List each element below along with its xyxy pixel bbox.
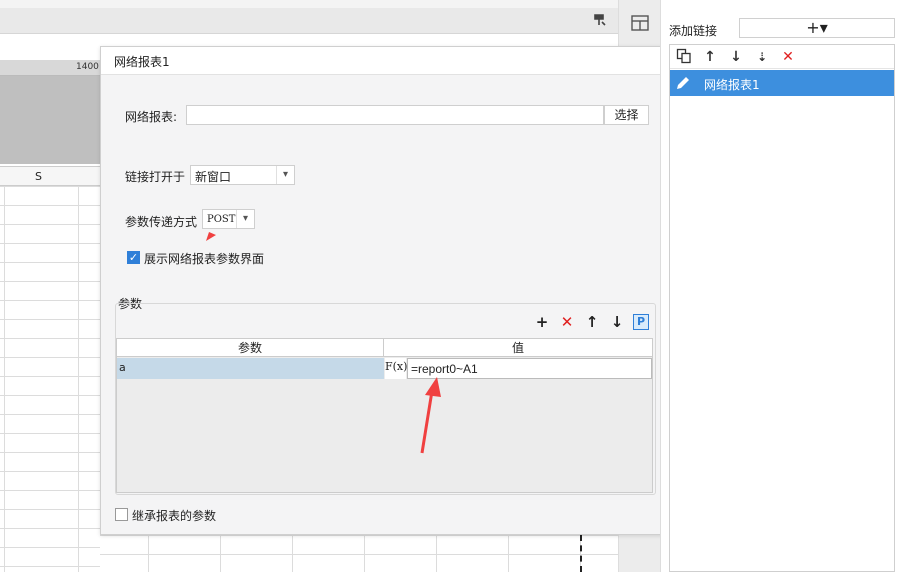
pencil-icon bbox=[677, 77, 689, 89]
sheet-grid[interactable] bbox=[0, 186, 100, 572]
pass-method-value: POST bbox=[207, 214, 236, 225]
show-params-label: 展示网络报表参数界面 bbox=[144, 252, 265, 266]
chevron-down-icon: ▾ bbox=[236, 210, 254, 228]
show-params-checkbox[interactable]: ✓ bbox=[127, 251, 140, 264]
annotation-arrow-small bbox=[206, 232, 216, 241]
link-item[interactable]: 网络报表1 bbox=[670, 70, 894, 96]
open-in-label: 链接打开于 bbox=[125, 170, 186, 184]
hyperlink-panel: 添加链接 +▾ ↑ ↓ ⇣ ✕ 网络报表1 bbox=[660, 0, 904, 572]
link-list: ↑ ↓ ⇣ ✕ 网络报表1 bbox=[669, 44, 895, 572]
pass-method-select[interactable]: POST ▾ bbox=[202, 209, 255, 229]
ruler-label: 1400 bbox=[76, 62, 99, 72]
params-table: 参数 值 a F(x) =report0~A1 bbox=[116, 338, 653, 493]
report-label: 网络报表: bbox=[125, 110, 178, 124]
add-link-button[interactable]: +▾ bbox=[739, 18, 895, 38]
copy-icon[interactable] bbox=[675, 48, 693, 66]
sheet-toolbar bbox=[0, 8, 618, 34]
sort-icon[interactable]: ⇣ bbox=[753, 48, 771, 66]
open-in-value: 新窗口 bbox=[195, 170, 232, 184]
chevron-down-icon: ▾ bbox=[276, 166, 294, 184]
move-down-icon[interactable]: ↓ bbox=[727, 48, 745, 66]
formula-icon[interactable]: F(x) bbox=[385, 358, 407, 379]
report-input[interactable] bbox=[186, 105, 604, 125]
column-header-value: 值 bbox=[384, 339, 652, 357]
add-link-label: 添加链接 bbox=[669, 24, 718, 38]
format-painter-icon[interactable] bbox=[592, 13, 608, 29]
dialog-title-bar: 网络报表1 bbox=[101, 47, 667, 75]
column-header-param: 参数 bbox=[117, 339, 384, 357]
choose-button[interactable]: 选择 bbox=[604, 105, 649, 125]
param-name: a bbox=[119, 361, 126, 374]
link-list-toolbar: ↑ ↓ ⇣ ✕ bbox=[670, 45, 894, 69]
column-header: S bbox=[0, 166, 100, 186]
move-down-icon[interactable]: ↓ bbox=[608, 313, 626, 331]
dialog-title: 网络报表1 bbox=[114, 55, 170, 69]
add-icon[interactable]: + bbox=[533, 313, 551, 331]
link-dialog: 网络报表1 网络报表: 选择 链接打开于 新窗口 ▾ 参数传递方式 POST ▾… bbox=[100, 46, 668, 535]
move-up-icon[interactable]: ↑ bbox=[701, 48, 719, 66]
delete-icon[interactable]: ✕ bbox=[779, 48, 797, 66]
inherit-params-label: 继承报表的参数 bbox=[132, 509, 217, 523]
link-item-label: 网络报表1 bbox=[704, 78, 760, 92]
open-in-select[interactable]: 新窗口 ▾ bbox=[190, 165, 295, 185]
sheet-gray-area bbox=[0, 76, 100, 164]
parameter-p-icon[interactable]: P bbox=[633, 314, 649, 330]
layout-icon[interactable] bbox=[630, 14, 650, 32]
inherit-params-checkbox[interactable] bbox=[115, 508, 128, 521]
move-up-icon[interactable]: ↑ bbox=[583, 313, 601, 331]
top-strip bbox=[0, 0, 618, 8]
table-row-param-value[interactable]: =report0~A1 bbox=[407, 358, 652, 379]
delete-icon[interactable]: ✕ bbox=[558, 313, 576, 331]
column-label: S bbox=[35, 170, 42, 183]
table-row-param-name[interactable]: a bbox=[117, 358, 384, 379]
pass-method-label: 参数传递方式 bbox=[125, 215, 198, 229]
page-break-line bbox=[580, 535, 582, 572]
annotation-arrow bbox=[420, 377, 441, 454]
sheet-grid-bottom[interactable] bbox=[100, 535, 618, 572]
